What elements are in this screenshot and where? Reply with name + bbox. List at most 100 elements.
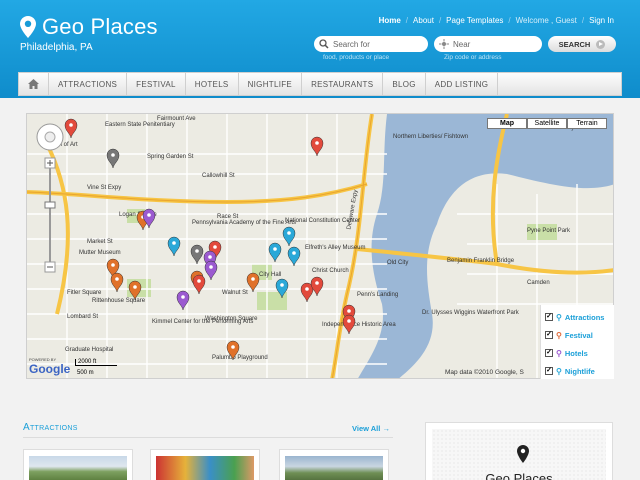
scale-ft: 2000 ft bbox=[78, 359, 97, 365]
map-marker-pin[interactable] bbox=[190, 244, 204, 265]
map-label-camden: Camden bbox=[527, 280, 550, 286]
section-divider bbox=[23, 437, 393, 438]
about-link[interactable]: About bbox=[413, 16, 434, 25]
map-label-vine: Vine St Expy bbox=[87, 185, 121, 191]
map-label-franklin: Benjamin Franklin Bridge bbox=[447, 258, 515, 264]
attraction-image bbox=[285, 456, 383, 480]
map-footer: POWERED BY Google bbox=[29, 357, 70, 376]
map-label-pyne-point: Pyne Point Park bbox=[527, 228, 571, 234]
map-view[interactable]: Fairmount Ave Spring Garden St Vine St E… bbox=[26, 113, 614, 379]
nav-hotels[interactable]: HOTELS bbox=[186, 73, 239, 95]
nav-attractions[interactable]: ATTRACTIONS bbox=[49, 73, 128, 95]
nav-blog[interactable]: BLOG bbox=[383, 73, 426, 95]
attraction-image bbox=[29, 456, 127, 480]
search-button[interactable]: SEARCH bbox=[548, 36, 616, 52]
nav-nightlife[interactable]: NIGHTLIFE bbox=[239, 73, 303, 95]
map-type-control: Map Satellite Terrain bbox=[487, 118, 607, 129]
checkbox[interactable]: ✓ bbox=[545, 349, 553, 357]
checkbox[interactable]: ✓ bbox=[545, 331, 553, 339]
map-attribution: Map data ©2010 Google, S bbox=[445, 369, 524, 376]
map-label-lombard: Lombard St bbox=[67, 314, 98, 320]
map-label-penns-landing: Penn's Landing bbox=[357, 292, 398, 298]
attraction-card[interactable] bbox=[279, 449, 389, 480]
geo-places-widget: Geo Places bbox=[425, 422, 613, 480]
map-marker-pin[interactable] bbox=[282, 226, 296, 247]
legend-hotels[interactable]: ✓ ⚲ Hotels bbox=[545, 344, 610, 362]
map-marker-pin[interactable] bbox=[192, 274, 206, 295]
map-label-walnut: Walnut St bbox=[222, 290, 248, 296]
map-label-eastern-state: Eastern State Penitentiary bbox=[105, 122, 175, 128]
map-label-graduate: Graduate Hospital bbox=[65, 347, 113, 353]
site-header: Geo Places Philadelphia, PA Home / About… bbox=[0, 0, 640, 98]
nav-add-listing[interactable]: ADD LISTING bbox=[426, 73, 499, 95]
legend-festival[interactable]: ✓ ⚲ Festival bbox=[545, 326, 610, 344]
map-type-terrain[interactable]: Terrain bbox=[567, 118, 607, 129]
map-marker-pin[interactable] bbox=[106, 148, 120, 169]
checkbox[interactable]: ✓ bbox=[545, 313, 553, 321]
map-scale: 2000 ft bbox=[75, 359, 117, 366]
home-link[interactable]: Home bbox=[379, 16, 401, 25]
map-marker-pin[interactable] bbox=[300, 282, 314, 303]
search-placeholder: Search for bbox=[333, 39, 370, 49]
page-templates-link[interactable]: Page Templates bbox=[446, 16, 503, 25]
site-name: Geo Places bbox=[42, 14, 158, 39]
map-label-northern-liberties: Northern Liberties/ Fishtown bbox=[393, 134, 468, 140]
map-label-palumbo: Palumbo Playground bbox=[212, 355, 268, 361]
map-legend: ✓ ⚲ Attractions ✓ ⚲ Festival ✓ ⚲ Hotels … bbox=[540, 305, 614, 379]
city-name: Philadelphia, PA bbox=[20, 42, 93, 53]
map-type-satellite[interactable]: Satellite bbox=[527, 118, 567, 129]
map-label-spring-garden: Spring Garden St bbox=[147, 154, 194, 160]
map-zoom-control[interactable] bbox=[35, 122, 65, 282]
widget-map-background: Geo Places bbox=[432, 429, 606, 480]
search-button-label: SEARCH bbox=[558, 39, 591, 49]
map-label-pennsylvania-academy: Pennsylvania Academy of the Fine Arts bbox=[192, 220, 296, 226]
map-type-map[interactable]: Map bbox=[487, 118, 527, 129]
view-all-link[interactable]: View All → bbox=[352, 424, 390, 433]
attraction-card[interactable] bbox=[23, 449, 133, 480]
map-canvas[interactable]: Fairmount Ave Spring Garden St Vine St E… bbox=[27, 114, 614, 379]
map-label-rittenhouse: Rittenhouse Square bbox=[92, 298, 146, 304]
map-label-fitler: Fitler Square bbox=[67, 290, 102, 296]
map-pin-icon bbox=[20, 16, 36, 38]
map-label-callowhill: Callowhill St bbox=[202, 173, 235, 179]
pin-icon: ⚲ bbox=[556, 366, 562, 376]
map-marker-pin[interactable] bbox=[268, 242, 282, 263]
top-links: Home / About / Page Templates / Welcome … bbox=[378, 16, 614, 25]
nav-home[interactable] bbox=[19, 73, 49, 95]
welcome-text: Welcome , Guest bbox=[515, 16, 577, 25]
map-label-kimmel: Kimmel Center for the Performing Arts bbox=[152, 319, 253, 325]
legend-label: Festival bbox=[564, 330, 593, 340]
near-input[interactable]: Near bbox=[434, 36, 542, 52]
legend-label: Hotels bbox=[564, 348, 588, 358]
legend-attractions[interactable]: ✓ ⚲ Attractions bbox=[545, 308, 610, 326]
map-marker-pin[interactable] bbox=[167, 236, 181, 257]
search-hint: food, products or place bbox=[323, 54, 390, 61]
map-label-market: Market St bbox=[87, 239, 113, 245]
map-marker-pin[interactable] bbox=[287, 246, 301, 267]
main-nav: ATTRACTIONS FESTIVAL HOTELS NIGHTLIFE RE… bbox=[18, 72, 622, 96]
legend-label: Nightlife bbox=[564, 366, 595, 376]
view-all-label: View All bbox=[352, 424, 381, 433]
home-icon bbox=[28, 79, 39, 89]
scale-m: 500 m bbox=[77, 370, 94, 376]
arrow-icon: → bbox=[382, 424, 390, 433]
legend-nightlife[interactable]: ✓ ⚲ Nightlife bbox=[545, 362, 610, 380]
map-marker-pin[interactable] bbox=[342, 314, 356, 335]
map-label-elfreths: Elfreth's Alley Museum bbox=[305, 245, 366, 251]
map-marker-pin[interactable] bbox=[204, 260, 218, 281]
attraction-card[interactable] bbox=[150, 449, 260, 480]
location-icon bbox=[439, 39, 449, 49]
section-title: Attractions bbox=[23, 422, 78, 433]
arrow-right-icon bbox=[596, 39, 606, 49]
near-hint: Zip code or address bbox=[444, 54, 502, 61]
logo[interactable]: Geo Places bbox=[20, 14, 158, 40]
map-label-independence: Independence Historic Area bbox=[322, 322, 396, 328]
pin-icon: ⚲ bbox=[556, 312, 562, 322]
map-marker-pin[interactable] bbox=[310, 136, 324, 157]
checkbox[interactable]: ✓ bbox=[545, 367, 553, 375]
sign-in-link[interactable]: Sign In bbox=[589, 16, 614, 25]
search-input[interactable]: Search for bbox=[314, 36, 428, 52]
nav-restaurants[interactable]: RESTAURANTS bbox=[302, 73, 384, 95]
map-marker-pin[interactable] bbox=[310, 276, 324, 297]
nav-festival[interactable]: FESTIVAL bbox=[127, 73, 186, 95]
